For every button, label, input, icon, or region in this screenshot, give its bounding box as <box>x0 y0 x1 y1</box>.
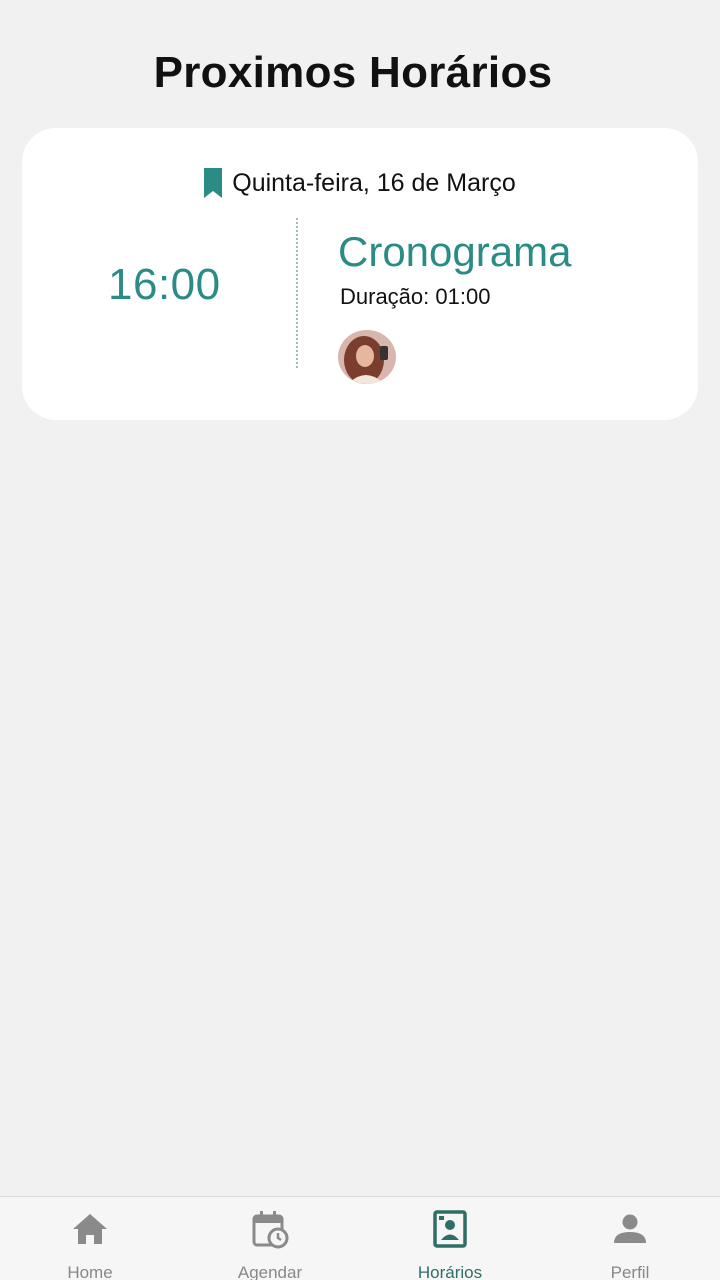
nav-label-perfil: Perfil <box>610 1263 650 1280</box>
appointment-card[interactable]: Quinta-feira, 16 de Março 16:00 Cronogra… <box>22 128 698 420</box>
page-title: Proximos Horários <box>153 48 553 97</box>
nav-label-home: Home <box>67 1263 113 1280</box>
app-screen: Proximos Horários Quinta-feira, 16 de Ma… <box>0 0 720 1280</box>
nav-label-agendar: Agendar <box>237 1263 303 1280</box>
person-icon <box>614 1214 646 1243</box>
nav-label-horarios: Horários <box>417 1263 483 1280</box>
calendar-clock-icon <box>252 1211 289 1249</box>
avatar <box>338 330 396 384</box>
nav-item-agendar[interactable]: Agendar <box>180 1197 360 1280</box>
bottom-navigation: Home Agendar Horários Perfil <box>0 1196 720 1280</box>
appointment-service: Cronograma <box>338 228 572 275</box>
appointment-time: 16:00 <box>108 260 221 309</box>
appointment-date: Quinta-feira, 16 de Março <box>232 168 516 197</box>
nav-item-perfil[interactable]: Perfil <box>540 1197 720 1280</box>
nav-item-home[interactable]: Home <box>0 1197 180 1280</box>
appointment-duration: Duração: 01:00 <box>340 284 491 309</box>
appointment-date-row: Quinta-feira, 16 de Março <box>22 168 698 198</box>
nav-item-horarios[interactable]: Horários <box>360 1197 540 1280</box>
card-divider <box>296 218 298 368</box>
portrait-schedule-icon <box>433 1210 467 1248</box>
home-icon <box>73 1214 107 1244</box>
bookmark-icon <box>204 168 223 198</box>
